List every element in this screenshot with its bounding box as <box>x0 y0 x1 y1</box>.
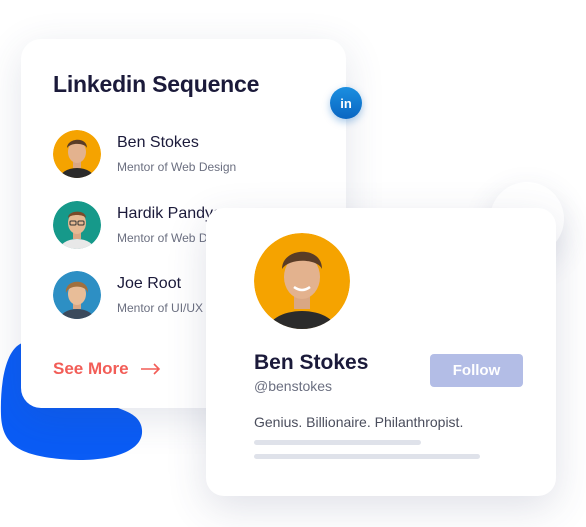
linkedin-icon-text: in <box>340 95 352 111</box>
person-name: Joe Root <box>117 275 182 292</box>
avatar <box>254 233 350 329</box>
profile-name: Ben Stokes <box>254 351 369 374</box>
placeholder-line <box>254 440 421 445</box>
list-item-person[interactable]: Ben Stokes Mentor of Web Design <box>53 130 353 178</box>
profile-card: Ben Stokes @benstokes Follow Genius. Bil… <box>206 208 556 496</box>
avatar <box>53 271 101 319</box>
profile-handle: @benstokes <box>254 378 333 394</box>
avatar <box>53 130 101 178</box>
see-more-link[interactable]: See More <box>53 359 161 379</box>
follow-button[interactable]: Follow <box>430 354 523 387</box>
profile-bio: Genius. Billionaire. Philanthropist. <box>254 414 464 430</box>
see-more-label: See More <box>53 359 129 378</box>
avatar <box>53 201 101 249</box>
person-name: Ben Stokes <box>117 134 199 151</box>
person-role: Mentor of Web Design <box>117 160 237 174</box>
linkedin-icon[interactable]: in <box>330 87 362 119</box>
arrow-right-icon <box>140 363 160 375</box>
stage: Linkedin Sequence Ben Stokes Mentor of W… <box>0 0 586 527</box>
placeholder-line <box>254 454 480 459</box>
card-title: Linkedin Sequence <box>53 71 260 97</box>
